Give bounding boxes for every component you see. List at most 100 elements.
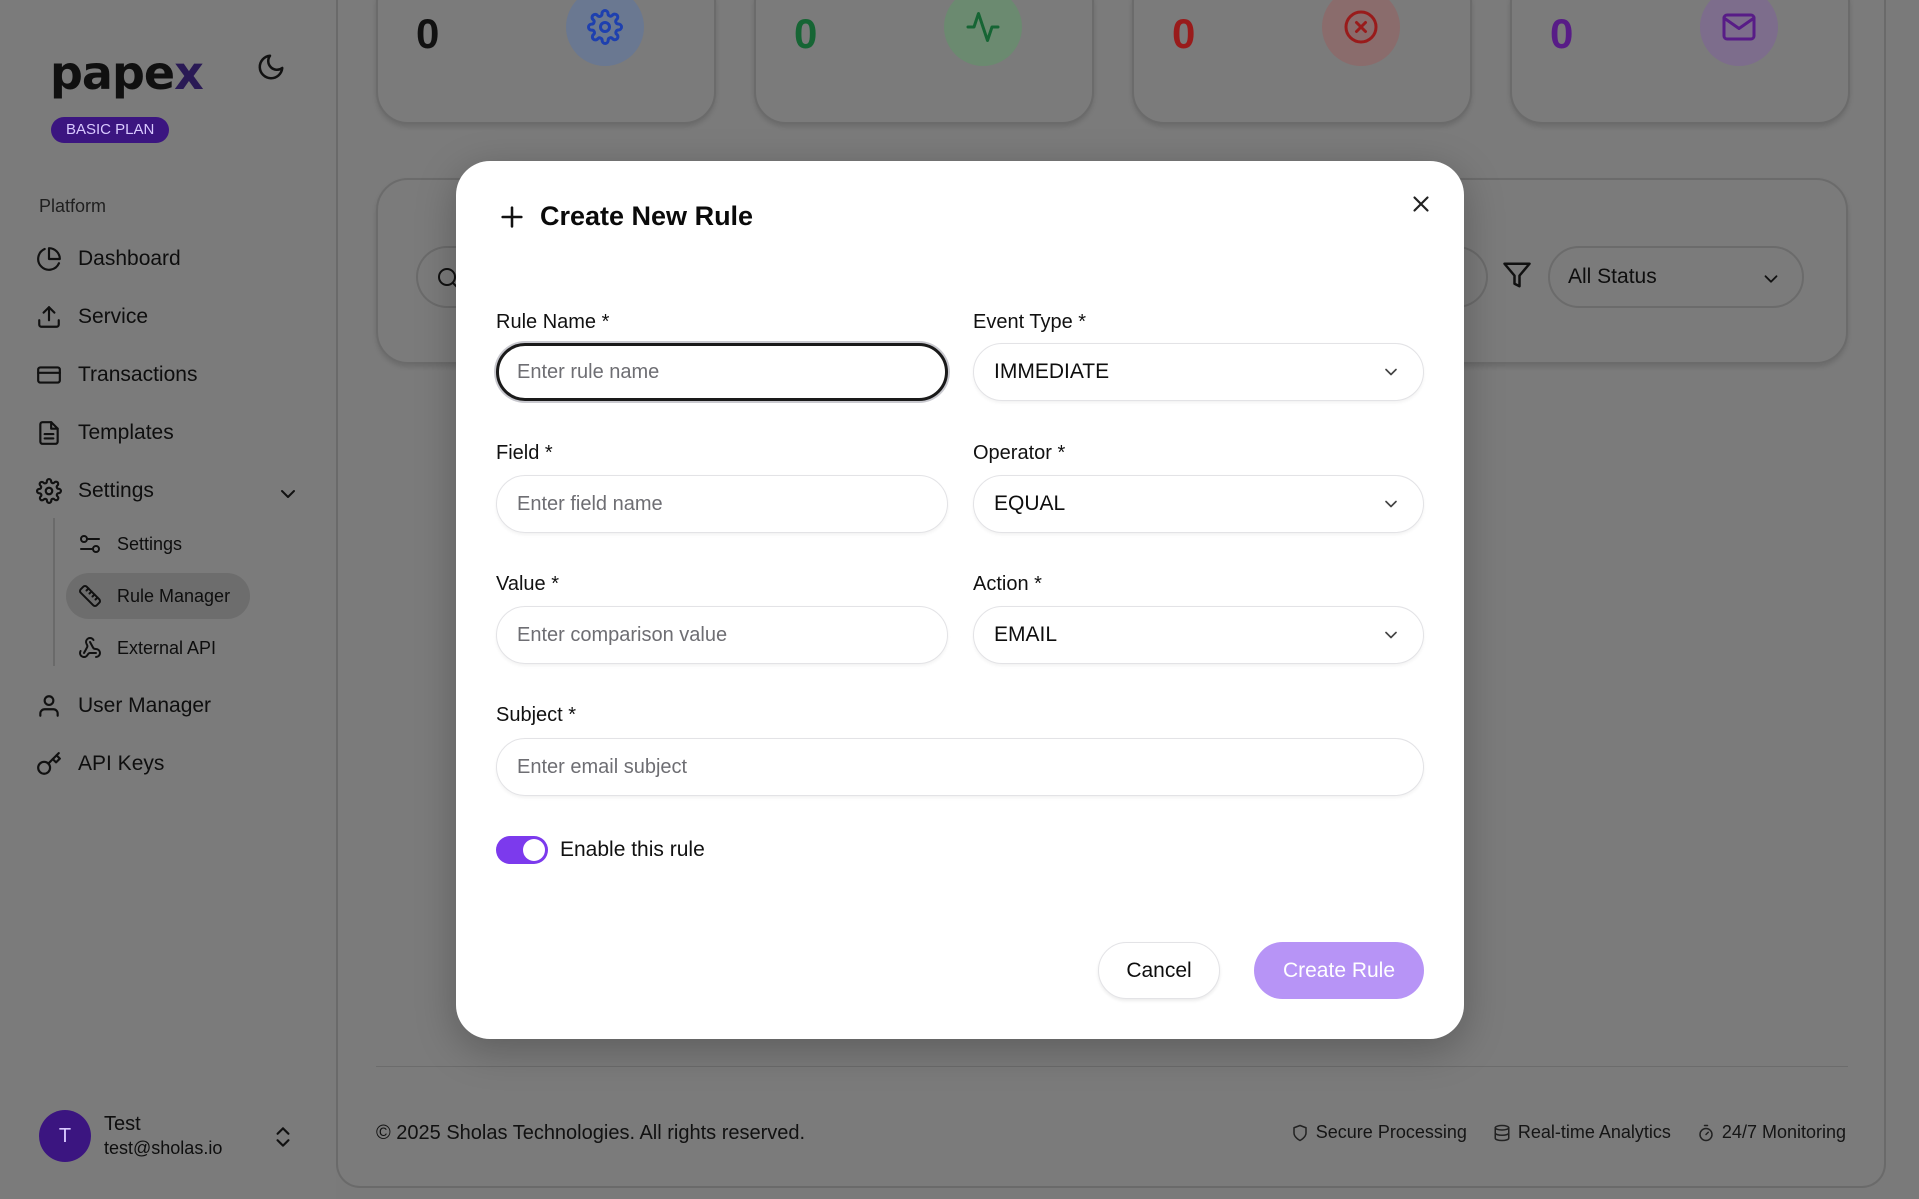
app-logo[interactable]: papex — [50, 46, 204, 100]
footer-divider — [376, 1066, 1848, 1067]
nav-templates-label: Templates — [78, 421, 174, 444]
user-name: Test — [104, 1113, 141, 1135]
logo-text: pape — [50, 46, 175, 100]
credit-card-icon — [37, 366, 61, 384]
section-label: Platform — [39, 196, 107, 216]
stat-value: 0 — [1550, 10, 1574, 57]
action-value: EMAIL — [994, 623, 1058, 646]
ruler-icon — [79, 585, 101, 607]
stat-card-config: 0 — [376, 0, 716, 124]
filter-icon — [1503, 262, 1531, 288]
copyright: © 2025 Sholas Technologies. All rights r… — [376, 1122, 806, 1144]
user-profile[interactable]: T Test test@sholas.io — [39, 1110, 222, 1162]
feature-secure-label: Secure Processing — [1315, 1122, 1467, 1142]
operator-select[interactable]: EQUAL — [973, 475, 1424, 533]
chevron-down-icon — [1764, 275, 1778, 283]
logo-accent: x — [174, 46, 204, 100]
stat-icon-wrap — [566, 0, 644, 66]
stat-icon-wrap — [1700, 0, 1778, 66]
chevron-down-icon[interactable] — [276, 482, 300, 506]
event-type-label: Event Type * — [973, 311, 1087, 333]
stat-card-mail: 0 — [1510, 0, 1850, 124]
avatar: T — [39, 1110, 91, 1162]
sub-item-rule-manager[interactable]: Rule Manager — [66, 573, 251, 619]
action-label: Action * — [973, 573, 1042, 595]
gear-icon — [36, 478, 62, 504]
toggle-knob — [523, 839, 545, 861]
x-circle-icon — [1344, 10, 1378, 44]
cancel-button[interactable]: Cancel — [1098, 942, 1220, 999]
nav-service[interactable]: Service — [36, 297, 148, 337]
event-type-select[interactable]: IMMEDIATE — [973, 343, 1424, 401]
file-text-icon — [39, 421, 59, 445]
nav-transactions[interactable]: Transactions — [36, 355, 197, 395]
key-icon — [37, 752, 61, 775]
sub-item-settings[interactable]: Settings — [66, 521, 202, 567]
status-filter-select[interactable]: All Status — [1548, 246, 1804, 308]
stat-value: 0 — [794, 10, 818, 57]
value-input[interactable]: Enter comparison value — [496, 606, 948, 664]
moon-icon[interactable] — [256, 52, 286, 82]
nav-api-keys-label: API Keys — [78, 752, 165, 775]
sliders-icon — [80, 535, 100, 553]
status-filter-value: All Status — [1568, 265, 1657, 288]
feature-analytics-label: Real-time Analytics — [1517, 1122, 1671, 1142]
feature-monitoring-label: 24/7 Monitoring — [1721, 1122, 1846, 1142]
sidebar: papex BASIC PLAN Platform Dashboard Serv… — [0, 0, 336, 1199]
feature-secure: Secure Processing — [1291, 1122, 1467, 1143]
rule-name-input[interactable]: Enter rule name — [496, 343, 948, 401]
rule-name-label: Rule Name * — [496, 311, 610, 333]
footer-features: Secure Processing Real-time Analytics 24… — [1265, 1122, 1846, 1143]
value-label: Value * — [496, 573, 560, 595]
activity-icon — [966, 12, 1000, 42]
sub-item-external-api-label: External API — [117, 637, 217, 658]
rule-name-placeholder: Enter rule name — [517, 360, 660, 383]
feature-analytics: Real-time Analytics — [1493, 1122, 1671, 1143]
event-type-value: IMMEDIATE — [994, 360, 1110, 383]
nav-transactions-label: Transactions — [78, 363, 198, 386]
nav-templates[interactable]: Templates — [36, 413, 174, 453]
nav-settings-label: Settings — [78, 479, 154, 502]
enable-rule-toggle[interactable] — [496, 836, 548, 864]
chevron-down-icon — [1385, 631, 1397, 639]
create-rule-button[interactable]: Create Rule — [1254, 942, 1424, 999]
nav-dashboard[interactable]: Dashboard — [36, 239, 181, 279]
chevrons-up-down-icon[interactable] — [270, 1122, 296, 1152]
sub-item-rule-manager-label: Rule Manager — [117, 585, 231, 606]
plus-icon — [501, 205, 523, 228]
submenu-line — [53, 518, 55, 666]
pie-chart-icon — [37, 247, 61, 271]
chevron-down-icon — [1385, 368, 1397, 376]
shield-icon — [1293, 1124, 1307, 1141]
user-email: test@sholas.io — [104, 1138, 223, 1158]
nav-dashboard-label: Dashboard — [78, 247, 181, 270]
stat-value: 0 — [1172, 10, 1196, 57]
subject-input[interactable]: Enter email subject — [496, 738, 1424, 796]
user-icon — [39, 695, 59, 717]
subject-placeholder: Enter email subject — [517, 755, 688, 778]
database-icon — [1494, 1124, 1510, 1141]
stat-card-activity: 0 — [754, 0, 1094, 124]
nav-user-manager[interactable]: User Manager — [36, 686, 211, 726]
nav-settings[interactable]: Settings — [36, 471, 154, 511]
feature-monitoring: 24/7 Monitoring — [1697, 1122, 1846, 1143]
create-rule-dialog: Create New Rule Rule Name * Enter rule n… — [456, 161, 1464, 1039]
stat-value: 0 — [416, 10, 440, 57]
nav-api-keys[interactable]: API Keys — [36, 744, 164, 784]
dialog-title-text: Create New Rule — [540, 201, 754, 231]
enable-rule-label: Enable this rule — [560, 838, 705, 861]
upload-icon — [38, 306, 60, 328]
stat-icon-wrap — [944, 0, 1022, 66]
field-label: Field * — [496, 442, 553, 464]
sub-item-external-api[interactable]: External API — [66, 625, 236, 671]
stat-icon-wrap — [1322, 0, 1400, 66]
dialog-title: Create New Rule — [498, 201, 753, 232]
close-icon[interactable] — [1408, 191, 1434, 217]
gear-icon — [587, 9, 623, 45]
sub-item-settings-label: Settings — [117, 533, 183, 554]
chevron-down-icon — [1385, 500, 1397, 508]
field-input[interactable]: Enter field name — [496, 475, 948, 533]
value-placeholder: Enter comparison value — [517, 623, 728, 646]
mail-icon — [1722, 13, 1756, 41]
action-select[interactable]: EMAIL — [973, 606, 1424, 664]
